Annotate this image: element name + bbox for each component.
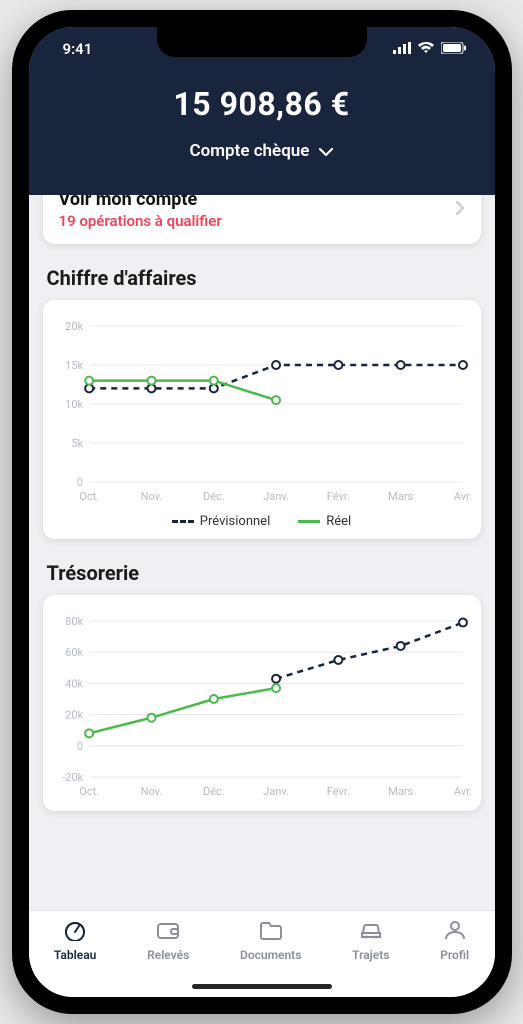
balance-amount: 15 908,86 € xyxy=(29,85,495,123)
treasury-chart-card: -20k 0 20k 40k 60k 80k Oct. Nov. Déc. Janv. Févr. M… xyxy=(43,595,481,811)
tab-label: Relevés xyxy=(147,948,189,962)
battery-icon xyxy=(441,40,467,58)
treasury-chart: -20k 0 20k 40k 60k 80k Oct. Nov. Déc. Janv. Févr. M… xyxy=(51,611,473,801)
view-account-card[interactable]: Voir mon compte 19 opérations à qualifie… xyxy=(43,195,481,244)
person-icon xyxy=(442,919,468,944)
svg-text:20k: 20k xyxy=(65,709,83,722)
status-time: 9:41 xyxy=(63,40,93,58)
svg-text:Avr.: Avr. xyxy=(453,785,471,798)
svg-text:Déc.: Déc. xyxy=(202,490,224,503)
tab-label: Profil xyxy=(440,948,469,962)
tab-label: Documents xyxy=(240,948,301,962)
svg-text:80k: 80k xyxy=(65,615,83,628)
tab-profil[interactable]: Profil xyxy=(440,919,469,962)
folder-icon xyxy=(258,919,284,944)
svg-text:Févr.: Févr. xyxy=(326,490,349,503)
svg-text:60k: 60k xyxy=(65,646,83,659)
legend-label: Réel xyxy=(326,514,351,529)
svg-text:Oct.: Oct. xyxy=(79,785,99,798)
svg-text:Janv.: Janv. xyxy=(263,785,289,798)
swatch-solid-icon xyxy=(298,520,320,523)
account-card-subtitle: 19 opérations à qualifier xyxy=(59,212,222,230)
svg-text:15k: 15k xyxy=(65,359,83,372)
account-label: Compte chèque xyxy=(190,141,310,161)
signal-icon xyxy=(393,40,411,58)
phone-frame: 9:41 15 908,86 € xyxy=(12,10,512,1014)
svg-text:Févr.: Févr. xyxy=(326,785,349,798)
svg-text:Mars: Mars xyxy=(388,785,413,798)
account-card-title: Voir mon compte xyxy=(59,195,222,210)
svg-text:10k: 10k xyxy=(65,398,83,411)
chevron-right-icon xyxy=(455,200,465,220)
svg-text:Oct.: Oct. xyxy=(79,490,99,503)
home-indicator[interactable] xyxy=(192,984,332,989)
svg-text:0: 0 xyxy=(76,476,82,489)
section-title-treasury: Trésorerie xyxy=(47,561,481,585)
revenue-chart-card: 0 5k 10k 15k 20k Oct. Nov. Déc. Janv. Févr. Mars Av… xyxy=(43,300,481,539)
svg-text:Mars: Mars xyxy=(388,490,413,503)
svg-text:Janv.: Janv. xyxy=(263,490,289,503)
svg-text:-20k: -20k xyxy=(62,771,83,784)
svg-text:40k: 40k xyxy=(65,677,83,690)
tab-releves[interactable]: Relevés xyxy=(147,919,189,962)
tab-trajets[interactable]: Trajets xyxy=(352,919,389,962)
tab-label: Trajets xyxy=(352,948,389,962)
legend-item-reel: Réel xyxy=(298,514,351,529)
header: 15 908,86 € Compte chèque xyxy=(29,71,495,195)
svg-text:Nov.: Nov. xyxy=(140,785,162,798)
svg-text:20k: 20k xyxy=(65,320,83,333)
section-title-revenue: Chiffre d'affaires xyxy=(47,266,481,290)
swatch-dashed-icon xyxy=(172,520,194,523)
legend-label: Prévisionnel xyxy=(200,514,270,529)
tab-tableau[interactable]: Tableau xyxy=(54,919,96,962)
tab-label: Tableau xyxy=(54,948,96,962)
dashboard-icon xyxy=(62,919,88,944)
legend-item-previsionnel: Prévisionnel xyxy=(172,514,270,529)
svg-text:Avr.: Avr. xyxy=(453,490,471,503)
revenue-chart: 0 5k 10k 15k 20k Oct. Nov. Déc. Janv. Févr. Mars Av… xyxy=(51,316,473,506)
svg-text:5k: 5k xyxy=(71,437,83,450)
svg-text:Déc.: Déc. xyxy=(202,785,224,798)
revenue-legend: Prévisionnel Réel xyxy=(51,514,473,529)
device-notch xyxy=(157,27,367,57)
wallet-icon xyxy=(155,919,181,944)
car-icon xyxy=(358,919,384,944)
chevron-down-icon xyxy=(319,142,333,161)
svg-text:Nov.: Nov. xyxy=(140,490,162,503)
tab-documents[interactable]: Documents xyxy=(240,919,301,962)
wifi-icon xyxy=(417,40,435,58)
svg-text:0: 0 xyxy=(76,740,82,753)
main-content: Voir mon compte 19 opérations à qualifie… xyxy=(29,195,495,910)
account-selector[interactable]: Compte chèque xyxy=(190,141,334,161)
